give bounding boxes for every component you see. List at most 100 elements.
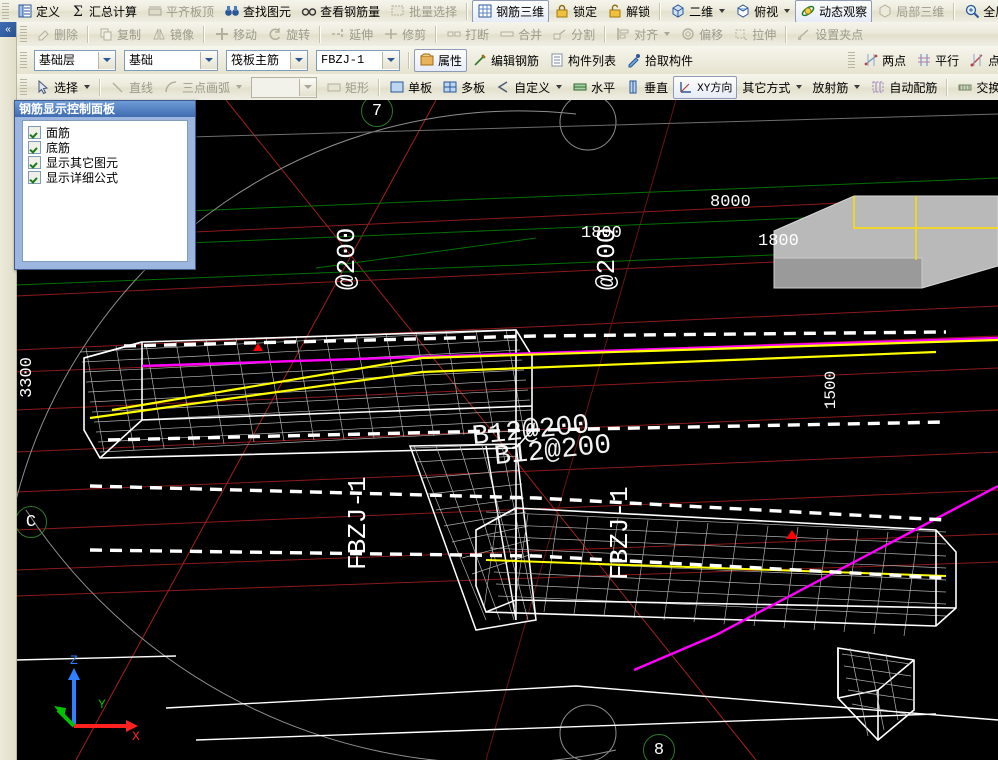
- toolbar-item-offset[interactable]: 偏移: [675, 23, 728, 46]
- toolbar-item-find-element[interactable]: 查找图元: [219, 0, 296, 22]
- toolbar-item-rect-tool[interactable]: 矩形: [321, 76, 374, 99]
- checkbox-icon[interactable]: [28, 141, 41, 154]
- toolbar-item-other-method[interactable]: 其它方式: [737, 76, 807, 99]
- collapse-dock-button[interactable]: «: [0, 22, 16, 37]
- split-icon: [552, 26, 568, 42]
- toolbar-item-fullscreen[interactable]: 全屏: [959, 0, 998, 22]
- toolbar-item-label: 其它方式: [742, 80, 791, 95]
- toolbar-item-component-list[interactable]: 构件列表: [544, 49, 621, 72]
- toolbar-item-select-tool[interactable]: 选择: [30, 76, 95, 99]
- toolbar-grip[interactable]: [2, 2, 9, 20]
- toolbar-item-vertical[interactable]: 垂直: [620, 76, 673, 99]
- toolbar-item-lock[interactable]: 锁定: [549, 0, 602, 22]
- toolbar-item-horizontal[interactable]: 水平: [567, 76, 620, 99]
- toolbar-item-align[interactable]: 对齐: [610, 23, 675, 46]
- toolbar-item-label: 查看钢筋量: [320, 4, 381, 19]
- toolbar-item-three-point-arc[interactable]: 三点画弧: [158, 76, 247, 99]
- toolbar-item-trim[interactable]: 修剪: [378, 23, 431, 46]
- toolbar-item-set-grip[interactable]: 设置夹点: [791, 23, 868, 46]
- checkbox-icon[interactable]: [28, 171, 41, 184]
- toolbar-item-define[interactable]: 定义: [12, 0, 65, 22]
- toolbar-item-split[interactable]: 分割: [547, 23, 600, 46]
- category-select[interactable]: 基础: [124, 49, 218, 71]
- auto-rebar-icon: [870, 79, 886, 95]
- rebar-display-control-panel[interactable]: 钢筋显示控制面板 面筋 底筋 显示其它图元 显示详细公式: [14, 100, 196, 270]
- flush-icon: [147, 3, 163, 19]
- cursor-icon: [35, 79, 51, 95]
- checkbox-icon[interactable]: [28, 126, 41, 139]
- toolbar-item-multi-slab[interactable]: 多板: [437, 76, 490, 99]
- chevron-down-icon[interactable]: [98, 51, 115, 69]
- toolbar-item-point-angle-axis[interactable]: 点角: [964, 49, 998, 72]
- toolbar-item-two-dimension[interactable]: 二维: [665, 0, 730, 22]
- toolbar-grip[interactable]: [20, 25, 27, 43]
- chevron-down-icon[interactable]: [382, 51, 399, 69]
- toolbar-item-radial-rebar[interactable]: 放射筋: [807, 76, 865, 99]
- component-name-select[interactable]: FBZJ-1: [316, 49, 400, 71]
- toolbar-item-rebar-3d[interactable]: 钢筋三维: [472, 0, 550, 22]
- chevron-down-icon[interactable]: [84, 85, 91, 89]
- toolbar-separator: [203, 25, 206, 43]
- panel-title: 钢筋显示控制面板: [15, 101, 195, 117]
- toolbar-item-label: 两点: [882, 53, 907, 68]
- toolbar-item-extend[interactable]: 延伸: [325, 23, 378, 46]
- toolbar-item-edit-rebar[interactable]: 编辑钢筋: [467, 49, 544, 72]
- toolbar-grip[interactable]: [20, 78, 27, 96]
- toolbar-item-label: 查找图元: [243, 4, 292, 19]
- toolbar-item-summary-calc[interactable]: Σ 汇总计算: [65, 0, 142, 22]
- toolbar-item-flush-slab-top[interactable]: 平齐板顶: [142, 0, 219, 22]
- checkbox-bottom-rebar[interactable]: 底筋: [28, 140, 182, 155]
- floor-select[interactable]: 基础层: [34, 49, 116, 71]
- offset-icon: [680, 26, 696, 42]
- toolbar-item-pick-component[interactable]: 拾取构件: [621, 49, 698, 72]
- toolbar-item-label: 放射筋: [812, 80, 849, 95]
- checkbox-show-other-elements[interactable]: 显示其它图元: [28, 155, 182, 170]
- toolbar-item-delete[interactable]: 删除: [30, 23, 83, 46]
- chevron-down-icon[interactable]: [664, 32, 671, 36]
- toolbar-item-copy[interactable]: 复制: [93, 23, 146, 46]
- toolbar-item-move[interactable]: 移动: [209, 23, 262, 46]
- toolbar-item-label: 全屏: [983, 4, 998, 19]
- chevron-down-icon[interactable]: [299, 78, 317, 96]
- chevron-down-icon[interactable]: [854, 85, 861, 89]
- axis-triad: Z Y X: [46, 650, 146, 740]
- toolbar-item-xy-direction[interactable]: XY方向: [673, 75, 738, 99]
- chevron-down-icon[interactable]: [200, 51, 217, 69]
- toolbar-item-rotate[interactable]: 旋转: [262, 23, 315, 46]
- toolbar-item-dynamic-observe[interactable]: 动态观察: [795, 0, 873, 22]
- toolbar-item-batch-select[interactable]: 批量选择: [385, 0, 462, 22]
- toolbar-item-merge[interactable]: 合并: [494, 23, 547, 46]
- chevron-down-icon[interactable]: [236, 85, 243, 89]
- cube-icon: [670, 3, 686, 19]
- toolbar-item-properties[interactable]: 属性: [414, 48, 468, 72]
- toolbar-item-parallel-axis[interactable]: 平行: [911, 49, 964, 72]
- toolbar-draw: 选择 直线 三点画弧 矩形 单板 多板 自定义 水平 垂直 XY方向 其它方式 …: [0, 74, 998, 101]
- chevron-down-icon[interactable]: [719, 9, 726, 13]
- chevron-down-icon[interactable]: [784, 9, 791, 13]
- toolbar-item-custom[interactable]: 自定义: [490, 76, 567, 99]
- checkbox-top-rebar[interactable]: 面筋: [28, 125, 182, 140]
- glasses-icon: [301, 3, 317, 19]
- toolbar-item-mirror[interactable]: 镜像: [146, 23, 199, 46]
- checkbox-show-detail-formula[interactable]: 显示详细公式: [28, 170, 182, 185]
- toolbar-item-break[interactable]: 打断: [441, 23, 494, 46]
- chevron-down-icon[interactable]: [556, 85, 563, 89]
- checkbox-icon[interactable]: [28, 156, 41, 169]
- toolbar-grip[interactable]: [20, 51, 27, 69]
- toolbar-item-auto-rebar[interactable]: 自动配筋: [865, 76, 942, 99]
- toolbar-separator: [408, 51, 410, 69]
- chevron-down-icon[interactable]: [796, 85, 803, 89]
- toolbar-item-single-slab[interactable]: 单板: [384, 76, 437, 99]
- toolbar-item-top-view[interactable]: 俯视: [730, 0, 795, 22]
- toolbar-item-line-tool[interactable]: 直线: [105, 76, 158, 99]
- toolbar-item-swap-lr-label[interactable]: 交换左右标注: [952, 76, 998, 99]
- arc-param-select[interactable]: [251, 76, 318, 98]
- toolbar-item-two-point-axis[interactable]: 两点: [858, 49, 911, 72]
- component-type-select[interactable]: 筏板主筋: [226, 49, 308, 71]
- toolbar-item-view-rebar-qty[interactable]: 查看钢筋量: [296, 0, 385, 22]
- toolbar-item-local-3d[interactable]: 局部三维: [872, 0, 949, 22]
- chevron-down-icon[interactable]: [290, 51, 307, 69]
- toolbar-item-unlock[interactable]: 解锁: [602, 0, 655, 22]
- toolbar-item-stretch[interactable]: 拉伸: [728, 23, 781, 46]
- toolbar-grip[interactable]: [848, 51, 856, 69]
